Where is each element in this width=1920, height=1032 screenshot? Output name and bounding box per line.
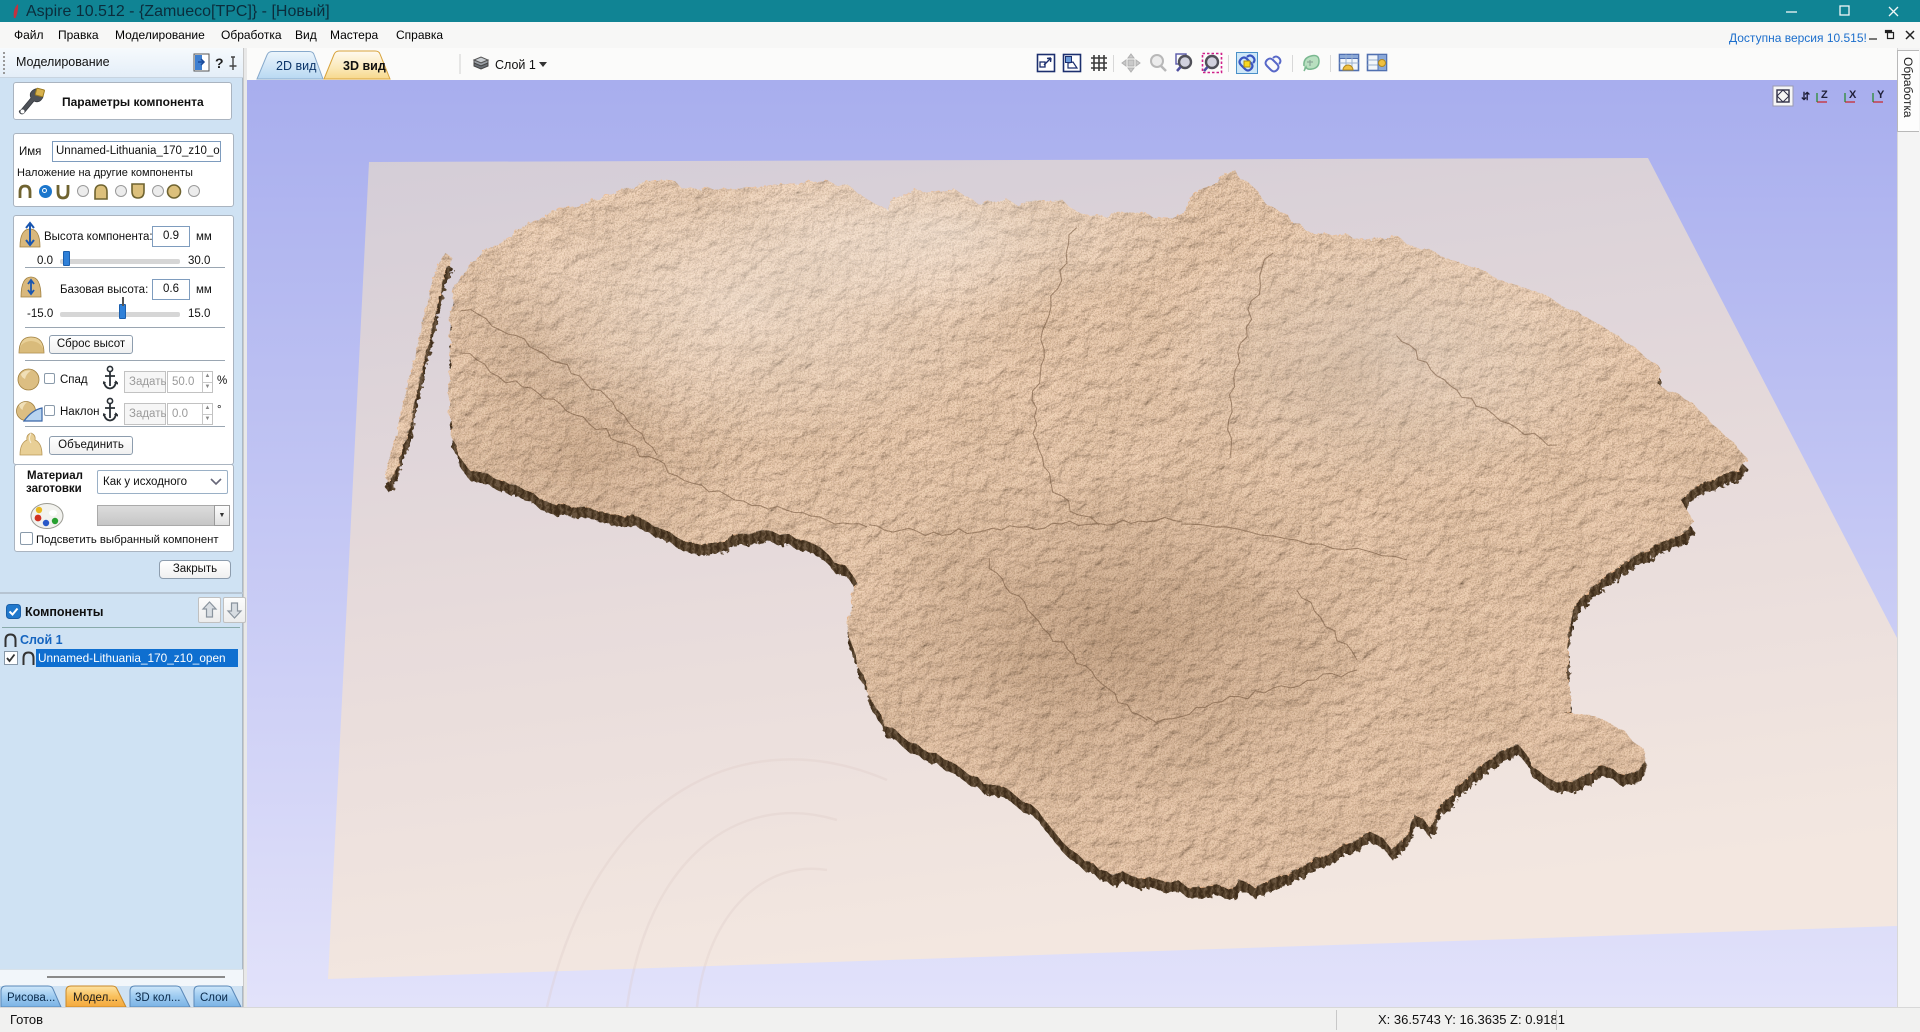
svg-text:3D кол...: 3D кол... [135, 992, 181, 1004]
svg-text:Модел...: Модел... [73, 992, 118, 1004]
svg-text:⇵: ⇵ [1801, 91, 1810, 103]
svg-text:Y: Y [1877, 89, 1885, 101]
svg-text:Рисова...: Рисова... [7, 992, 55, 1004]
svg-text:Слои: Слои [200, 992, 228, 1004]
svg-text:X: X [1849, 89, 1857, 101]
svg-text:2D вид: 2D вид [276, 59, 317, 73]
svg-text:Z: Z [1821, 89, 1828, 101]
svg-text:?: ? [215, 55, 224, 71]
svg-text:Слой 1: Слой 1 [495, 58, 536, 72]
svg-text:3D вид: 3D вид [343, 59, 386, 73]
